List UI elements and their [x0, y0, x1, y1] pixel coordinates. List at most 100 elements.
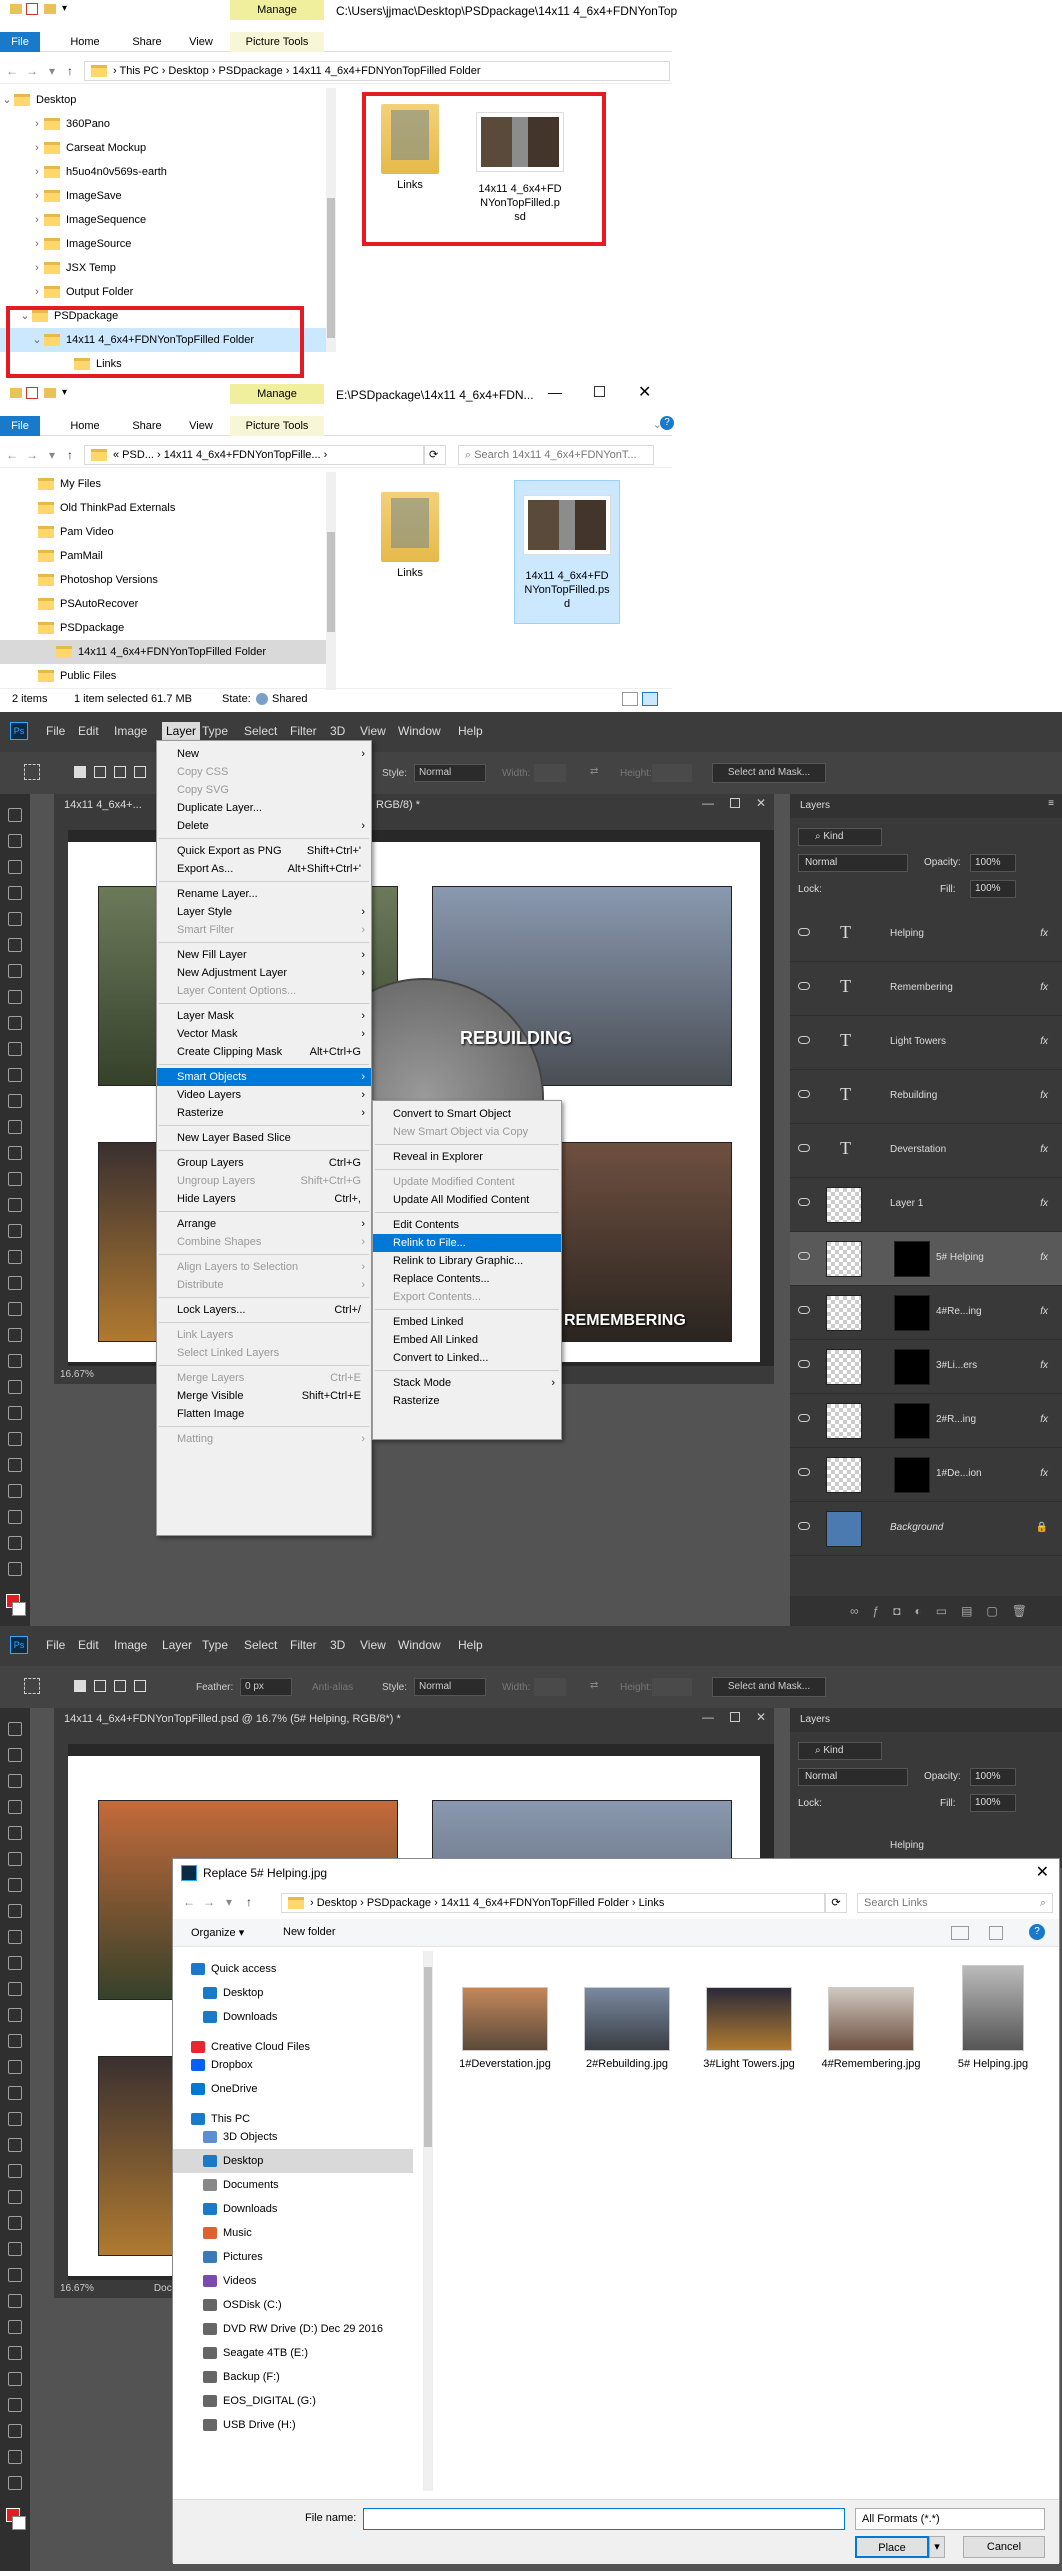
tool-icon[interactable] — [8, 2476, 22, 2490]
tool-icon[interactable] — [8, 1562, 22, 1576]
width-input[interactable] — [534, 1678, 566, 1696]
cancel-button[interactable]: Cancel — [963, 2536, 1045, 2558]
tool-icon[interactable] — [8, 1510, 22, 1524]
tool-icon[interactable] — [8, 2294, 22, 2308]
menu-item[interactable]: Rasterize — [373, 1392, 561, 1410]
tree-scrollbar[interactable] — [326, 472, 336, 690]
layer-row[interactable]: T Deverstation fx — [790, 1124, 1062, 1178]
tool-icon[interactable] — [8, 2242, 22, 2256]
tree-item[interactable]: Photoshop Versions — [0, 568, 336, 592]
menu-item[interactable]: Duplicate Layer... — [157, 799, 371, 817]
tool-icon[interactable] — [8, 2320, 22, 2334]
tool-icon[interactable] — [8, 2424, 22, 2438]
subtract-selection-icon[interactable] — [114, 1680, 126, 1692]
tool-icon[interactable] — [8, 938, 22, 952]
tool-icon[interactable] — [8, 1748, 22, 1762]
tool-icon[interactable] — [8, 1042, 22, 1056]
tool-icon[interactable] — [8, 2112, 22, 2126]
recent-dropdown-icon[interactable]: ▾ — [44, 446, 60, 464]
nav-item[interactable]: Pictures — [173, 2245, 413, 2269]
recent-dropdown-icon[interactable]: ▾ — [44, 62, 60, 80]
nav-item[interactable]: Backup (F:) — [173, 2365, 413, 2389]
menu-window[interactable]: Window — [398, 1638, 441, 1652]
file-item[interactable]: 5# Helping.jpg — [941, 1965, 1045, 2071]
close-icon[interactable]: ✕ — [756, 1710, 766, 1724]
properties-icon[interactable] — [26, 3, 38, 15]
swap-icon[interactable]: ⇄ — [590, 1680, 598, 1691]
menu-item[interactable]: Flatten Image — [157, 1405, 371, 1423]
menu-item[interactable]: Update All Modified Content — [373, 1191, 561, 1209]
tree-item[interactable]: › Output Folder — [0, 280, 336, 304]
layer-row[interactable]: 3#Li...ers fx — [790, 1340, 1062, 1394]
layer-row[interactable]: 1#De...ion fx — [790, 1448, 1062, 1502]
layer-row[interactable]: T Rebuilding fx — [790, 1070, 1062, 1124]
menu-3d[interactable]: 3D — [330, 1638, 345, 1652]
tool-icon[interactable] — [8, 2060, 22, 2074]
maximize-icon[interactable] — [730, 1712, 740, 1722]
qat-dropdown-icon[interactable]: ▾ — [62, 387, 67, 398]
layer-row[interactable]: 5# Helping fx — [790, 1232, 1062, 1286]
back-arrow-icon[interactable]: ← — [4, 446, 20, 464]
new-selection-icon[interactable] — [74, 1680, 86, 1692]
add-selection-icon[interactable] — [94, 1680, 106, 1692]
tree-scrollbar[interactable] — [326, 88, 336, 352]
feather-input[interactable]: 0 px — [240, 1678, 292, 1696]
tool-icon[interactable] — [8, 1432, 22, 1446]
tool-icon[interactable] — [8, 2216, 22, 2230]
chevron-down-icon[interactable]: ⌄ — [0, 88, 14, 112]
nav-item[interactable]: OSDisk (C:) — [173, 2293, 413, 2317]
menu-filter[interactable]: Filter — [290, 1638, 317, 1652]
tool-icon[interactable] — [8, 834, 22, 848]
menu-view[interactable]: View — [360, 1638, 386, 1652]
menu-window[interactable]: Window — [398, 724, 441, 738]
menu-item[interactable]: Rename Layer... — [157, 885, 371, 903]
menu-item[interactable]: Replace Contents... — [373, 1270, 561, 1288]
tree-item[interactable]: My Files — [0, 472, 336, 496]
close-icon[interactable]: ✕ — [638, 382, 651, 402]
fill-input[interactable]: 100% — [970, 1794, 1016, 1812]
recent-dropdown-icon[interactable]: ▾ — [221, 1893, 237, 1911]
nav-item[interactable]: Music — [173, 2221, 413, 2245]
nav-item[interactable]: OneDrive — [173, 2077, 413, 2101]
tab-file[interactable]: File — [0, 416, 40, 436]
layer-row[interactable]: 4#Re...ing fx — [790, 1286, 1062, 1340]
menu-view[interactable]: View — [360, 724, 386, 738]
file-item[interactable]: 3#Light Towers.jpg — [697, 1987, 801, 2071]
style-select[interactable]: Normal — [414, 1678, 486, 1696]
eye-icon[interactable] — [798, 1468, 810, 1476]
tool-icon[interactable] — [8, 912, 22, 926]
search-input[interactable]: ⌕ Search 14x11 4_6x4+FDNYonT... — [458, 445, 654, 465]
tree-item[interactable]: › Carseat Mockup — [0, 136, 336, 160]
properties-icon[interactable] — [26, 387, 38, 399]
tool-icon[interactable] — [8, 1198, 22, 1212]
menu-layer[interactable]: Layer — [162, 1638, 192, 1652]
eye-icon[interactable] — [798, 1198, 810, 1206]
eye-icon[interactable] — [798, 1252, 810, 1260]
nav-item[interactable]: Desktop — [173, 1981, 413, 2005]
eye-icon[interactable] — [798, 1036, 810, 1044]
menu-item[interactable]: New Adjustment Layer › — [157, 964, 371, 982]
menu-edit[interactable]: Edit — [78, 724, 99, 738]
chevron-right-icon[interactable]: › — [30, 280, 44, 304]
select-mask-button[interactable]: Select and Mask... — [712, 763, 826, 783]
back-arrow-icon[interactable]: ← — [181, 1893, 197, 1911]
menu-type[interactable]: Type — [202, 724, 228, 738]
tree-item[interactable]: › h5uo4n0v569s-earth — [0, 160, 336, 184]
menu-filter[interactable]: Filter — [290, 724, 317, 738]
nav-item[interactable]: Videos — [173, 2269, 413, 2293]
menu-item[interactable]: Export As... Alt+Shift+Ctrl+' — [157, 860, 371, 878]
kind-filter-select[interactable]: ⌕ Kind — [798, 1742, 882, 1760]
tab-view[interactable]: View — [176, 32, 226, 52]
tree-item[interactable]: › JSX Temp — [0, 256, 336, 280]
tree-item[interactable]: 14x11 4_6x4+FDNYonTopFilled Folder — [0, 640, 336, 664]
menu-item[interactable]: Edit Contents — [373, 1216, 561, 1234]
refresh-icon[interactable]: ⟳ — [825, 1893, 847, 1913]
menu-item[interactable]: Reveal in Explorer — [373, 1148, 561, 1166]
tool-icon[interactable] — [8, 2164, 22, 2178]
tool-icon[interactable] — [8, 1982, 22, 1996]
menu-item[interactable]: Rasterize › — [157, 1104, 371, 1122]
file-item[interactable]: 4#Remembering.jpg — [819, 1987, 923, 2071]
swap-icon[interactable]: ⇄ — [590, 766, 598, 777]
layer-row[interactable]: Layer 1 fx — [790, 1178, 1062, 1232]
menu-item[interactable]: Embed All Linked — [373, 1331, 561, 1349]
